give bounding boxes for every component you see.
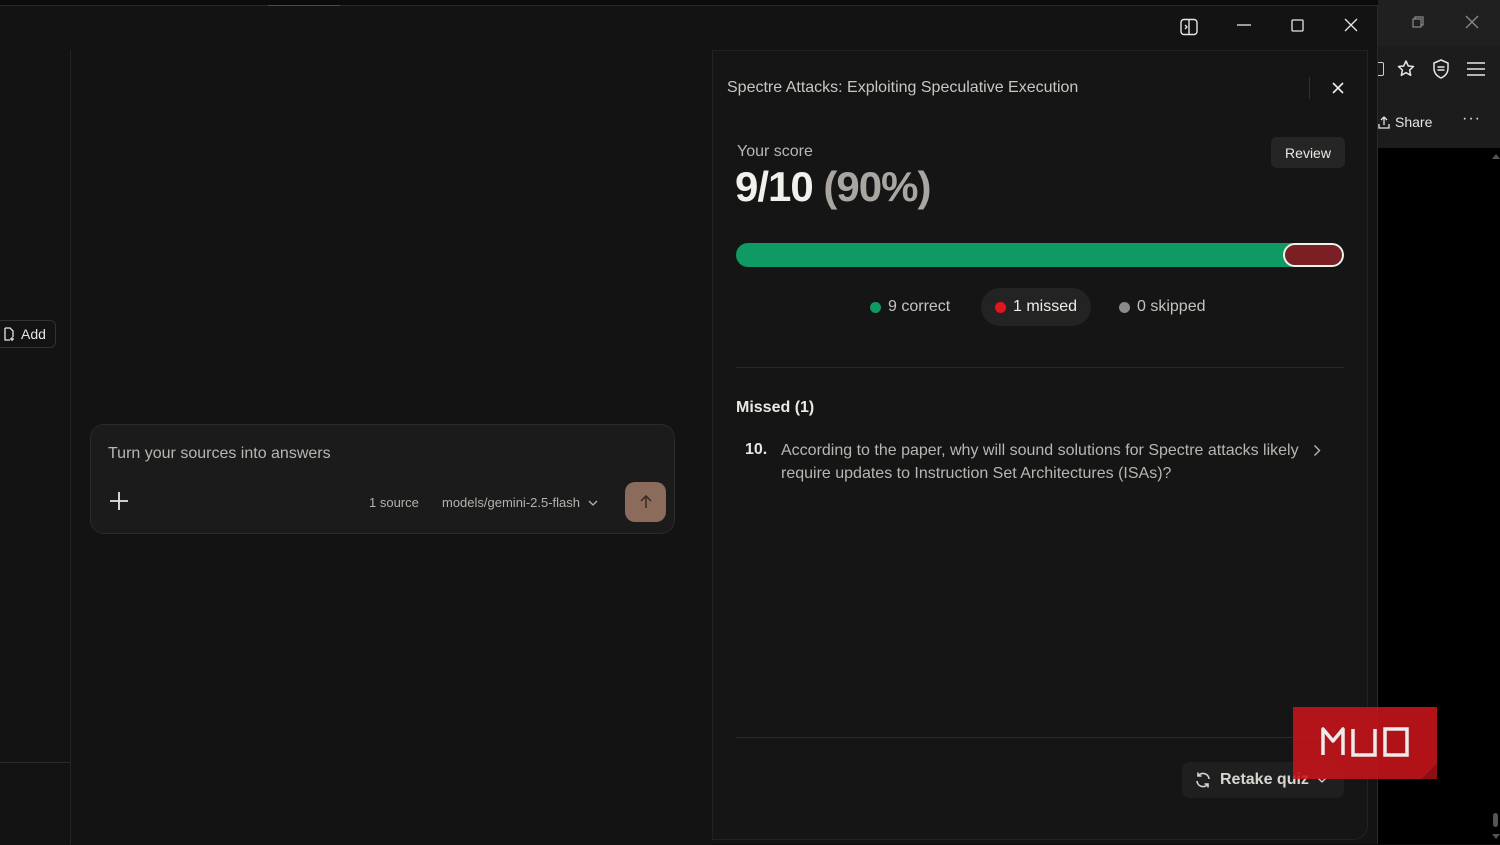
correct-dot-icon <box>870 301 881 313</box>
refresh-icon <box>1196 772 1210 788</box>
score-percent: (90%) <box>823 163 931 210</box>
skipped-dot-icon <box>1119 301 1130 313</box>
missed-count: 1 missed <box>1013 298 1078 315</box>
progress-missed-segment <box>1283 243 1344 267</box>
add-source-label: Add <box>21 326 46 342</box>
correct-count: 9 correct <box>888 298 951 315</box>
chat-composer: Turn your sources into answers 1 source … <box>90 424 675 534</box>
skipped-count: 0 skipped <box>1137 298 1206 315</box>
section-divider <box>736 367 1344 368</box>
chevron-right-icon[interactable] <box>1309 442 1325 458</box>
score-label: Your score <box>737 143 813 160</box>
quiz-results-panel: Spectre Attacks: Exploiting Speculative … <box>712 50 1368 840</box>
source-count: 1 source <box>369 495 419 510</box>
arrow-up-icon <box>639 495 652 508</box>
share-icon <box>1378 115 1390 129</box>
rail-divider <box>0 762 71 763</box>
close-icon <box>1332 82 1344 94</box>
add-attachment-button[interactable] <box>107 489 131 513</box>
scroll-down-arrow-icon[interactable] <box>1492 834 1500 839</box>
window-close-icon[interactable] <box>1340 14 1362 36</box>
score-value: 9/10 (90%) <box>735 163 931 211</box>
model-select[interactable]: models/gemini-2.5-flash <box>442 495 598 510</box>
window-titlebar <box>0 6 1377 50</box>
quiz-title: Spectre Attacks: Exploiting Speculative … <box>727 79 1079 96</box>
add-file-icon <box>4 327 14 341</box>
share-label: Share <box>1395 114 1433 130</box>
footer-divider <box>736 737 1344 738</box>
close-icon[interactable] <box>1462 12 1482 32</box>
panel-close-button[interactable] <box>1327 77 1349 99</box>
add-source-button[interactable]: Add <box>0 320 56 348</box>
scroll-up-arrow-icon[interactable] <box>1492 154 1500 159</box>
sources-rail: Add <box>0 50 71 845</box>
skipped-filter[interactable]: 0 skipped <box>1105 288 1220 326</box>
model-select-value: models/gemini-2.5-flash <box>442 495 581 510</box>
shield-icon[interactable] <box>1430 58 1452 80</box>
question-number: 10. <box>745 441 768 458</box>
correct-filter[interactable]: 9 correct <box>856 288 964 326</box>
maximize-icon[interactable] <box>1286 14 1308 36</box>
chat-input[interactable]: Turn your sources into answers <box>108 445 331 463</box>
question-text: According to the paper, why will sound s… <box>781 442 1299 482</box>
background-header: Share ··· <box>1378 98 1500 148</box>
restore-icon[interactable] <box>1408 12 1428 32</box>
header-divider <box>1309 77 1310 99</box>
more-options-button[interactable]: ··· <box>1462 110 1481 128</box>
background-toolbar <box>1374 46 1500 98</box>
plus-icon <box>110 492 128 510</box>
scrollbar-thumb[interactable] <box>1493 813 1498 827</box>
missed-heading: Missed (1) <box>736 399 815 416</box>
review-button[interactable]: Review <box>1271 137 1345 168</box>
score-fraction: 9/10 <box>735 163 814 210</box>
muo-logo <box>1293 707 1437 779</box>
send-button[interactable] <box>625 482 666 522</box>
score-progress-bar <box>736 243 1344 267</box>
app-window: Add Turn your sources into answers 1 sou… <box>0 5 1378 845</box>
missed-dot-icon <box>995 301 1006 313</box>
split-view-icon[interactable] <box>1178 16 1200 38</box>
menu-icon[interactable] <box>1465 58 1487 80</box>
favorites-star-icon[interactable] <box>1395 58 1417 80</box>
chat-area: Turn your sources into answers 1 source … <box>72 50 712 845</box>
missed-filter[interactable]: 1 missed <box>981 288 1092 326</box>
background-titlebar <box>1378 0 1500 46</box>
chevron-down-icon <box>588 500 598 506</box>
share-button[interactable]: Share <box>1378 114 1432 130</box>
minimize-icon[interactable] <box>1233 14 1255 36</box>
